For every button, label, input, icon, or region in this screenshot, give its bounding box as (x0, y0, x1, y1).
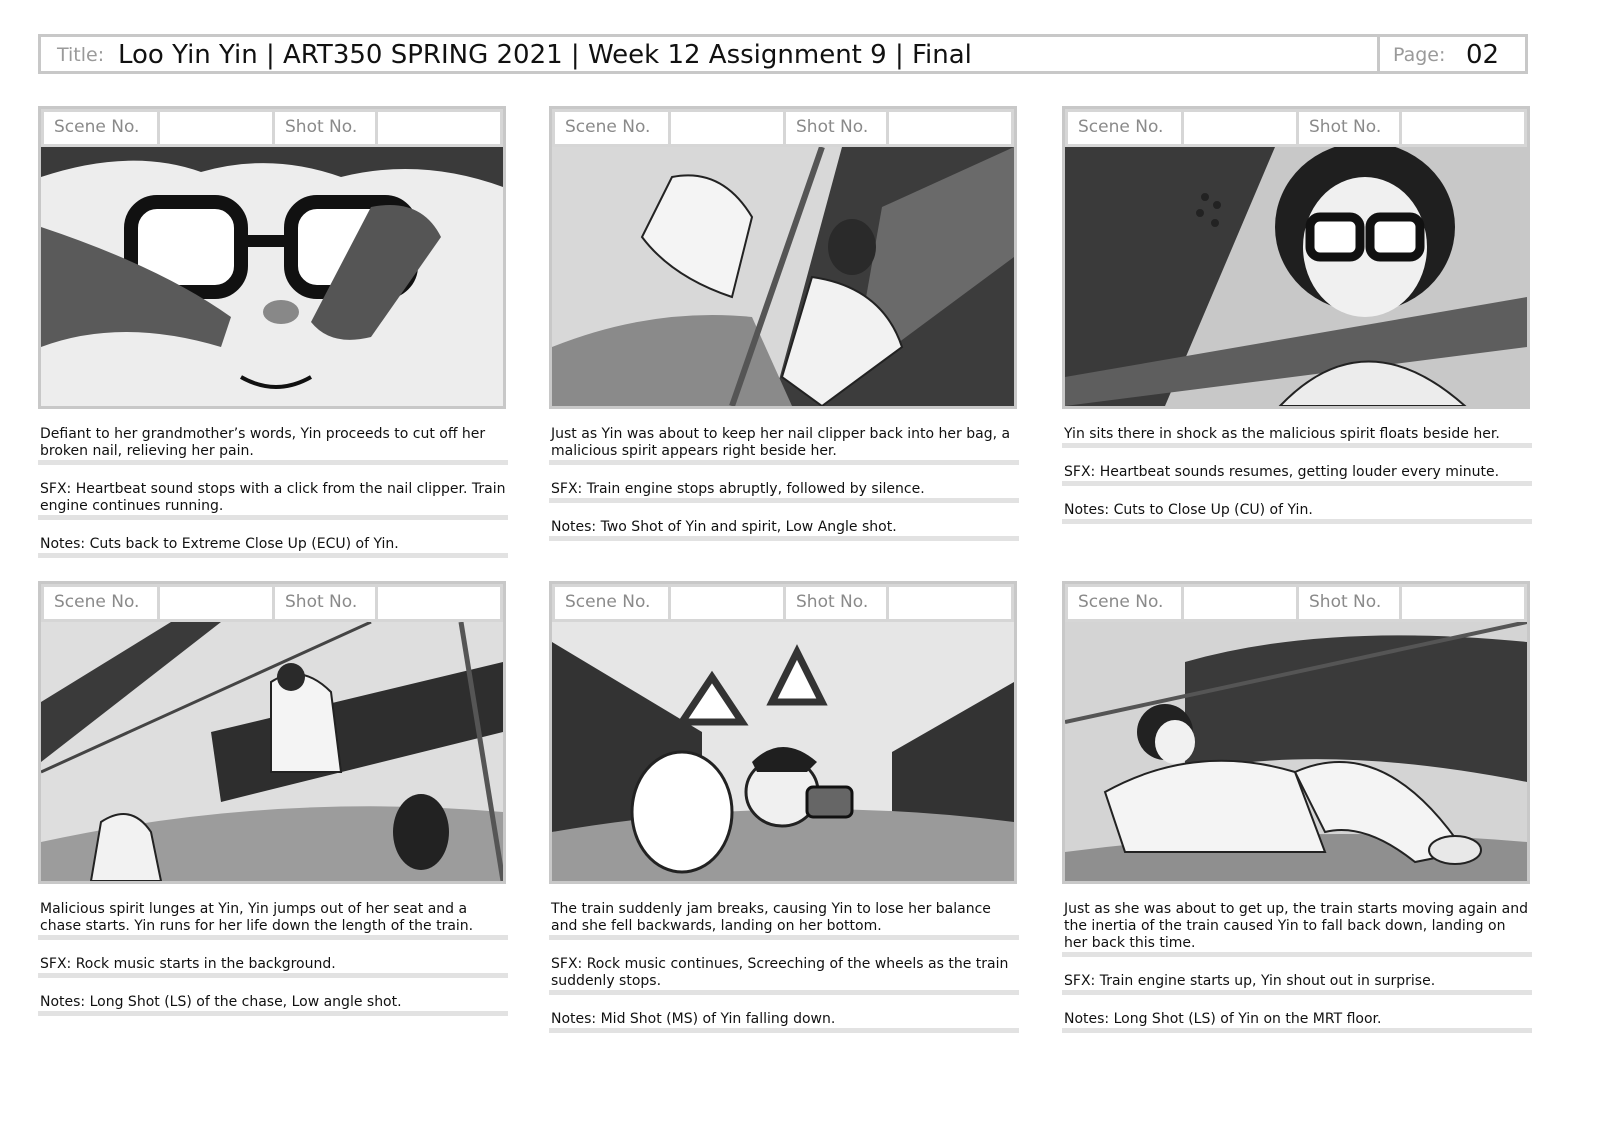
scene-number-field (671, 587, 783, 619)
panel-notes: Yin sits there in shock as the malicious… (1062, 422, 1532, 536)
panel-frame: Scene No. Shot No. (1062, 106, 1530, 409)
scene-number-label: Scene No. (1068, 587, 1181, 619)
action-description: Yin sits there in shock as the malicious… (1062, 422, 1532, 448)
panel-illustration (552, 622, 1014, 881)
scene-shot-bar: Scene No. Shot No. (41, 584, 503, 622)
camera-note: Notes: Long Shot (LS) of Yin on the MRT … (1062, 1007, 1532, 1033)
scene-number-field (160, 112, 272, 144)
panel-frame: Scene No. Shot No. (38, 106, 506, 409)
shot-number-field (889, 587, 1011, 619)
storyboard-panel-5: Scene No. Shot No. The train suddenly ja… (549, 581, 1019, 1033)
scene-number-label: Scene No. (555, 112, 668, 144)
scene-number-field (160, 587, 272, 619)
scene-number-field (1184, 587, 1296, 619)
shot-number-field (378, 587, 500, 619)
action-description: Malicious spirit lunges at Yin, Yin jump… (38, 897, 508, 940)
panel-notes: Just as she was about to get up, the tra… (1062, 897, 1532, 1045)
storyboard-panel-6: Scene No. Shot No. Just as she was about… (1062, 581, 1532, 1033)
panel-illustration (41, 622, 503, 881)
camera-note: Notes: Mid Shot (MS) of Yin falling down… (549, 1007, 1019, 1033)
shot-number-field (889, 112, 1011, 144)
shot-number-label: Shot No. (786, 587, 886, 619)
scene-number-label: Scene No. (44, 112, 157, 144)
shot-number-label: Shot No. (1299, 587, 1399, 619)
panel-notes: The train suddenly jam breaks, causing Y… (549, 897, 1019, 1045)
scene-shot-bar: Scene No. Shot No. (1065, 109, 1527, 147)
panel-notes: Just as Yin was about to keep her nail c… (549, 422, 1019, 553)
sfx-note: SFX: Heartbeat sounds resumes, getting l… (1062, 460, 1532, 486)
camera-note: Notes: Cuts back to Extreme Close Up (EC… (38, 532, 508, 558)
scene-shot-bar: Scene No. Shot No. (41, 109, 503, 147)
title-divider (1377, 37, 1380, 71)
sfx-note: SFX: Heartbeat sound stops with a click … (38, 477, 508, 520)
panel-illustration (1065, 147, 1527, 406)
panel-notes: Malicious spirit lunges at Yin, Yin jump… (38, 897, 508, 1028)
scene-number-label: Scene No. (1068, 112, 1181, 144)
panel-frame: Scene No. Shot No. (549, 106, 1017, 409)
shot-number-label: Shot No. (275, 112, 375, 144)
action-description: Just as she was about to get up, the tra… (1062, 897, 1532, 957)
storyboard-panel-2: Scene No. Shot No. Just as Yin was about… (549, 106, 1019, 541)
sfx-note: SFX: Rock music continues, Screeching of… (549, 952, 1019, 995)
panel-frame: Scene No. Shot No. (1062, 581, 1530, 884)
scene-number-field (671, 112, 783, 144)
scene-shot-bar: Scene No. Shot No. (552, 109, 1014, 147)
scene-shot-bar: Scene No. Shot No. (1065, 584, 1527, 622)
action-description: The train suddenly jam breaks, causing Y… (549, 897, 1019, 940)
page-number: 02 (1466, 40, 1500, 70)
action-description: Just as Yin was about to keep her nail c… (549, 422, 1019, 465)
scene-number-field (1184, 112, 1296, 144)
scene-number-label: Scene No. (555, 587, 668, 619)
shot-number-label: Shot No. (786, 112, 886, 144)
sfx-note: SFX: Train engine starts up, Yin shout o… (1062, 969, 1532, 995)
shot-number-label: Shot No. (275, 587, 375, 619)
shot-number-field (1402, 112, 1524, 144)
sfx-note: SFX: Train engine stops abruptly, follow… (549, 477, 1019, 503)
action-description: Defiant to her grandmother’s words, Yin … (38, 422, 508, 465)
scene-shot-bar: Scene No. Shot No. (552, 584, 1014, 622)
storyboard-panel-3: Scene No. Shot No. Yin sits there in sho… (1062, 106, 1532, 524)
title-bar: Title: Loo Yin Yin | ART350 SPRING 2021 … (38, 34, 1528, 74)
shot-number-field (378, 112, 500, 144)
panel-illustration (41, 147, 503, 406)
panel-illustration (552, 147, 1014, 406)
scene-number-label: Scene No. (44, 587, 157, 619)
title-label: Title: (57, 44, 105, 66)
camera-note: Notes: Long Shot (LS) of the chase, Low … (38, 990, 508, 1016)
storyboard-panel-4: Scene No. Shot No. Malicious spirit lung… (38, 581, 508, 1016)
page-label: Page: (1393, 44, 1446, 66)
panel-frame: Scene No. Shot No. (549, 581, 1017, 884)
camera-note: Notes: Cuts to Close Up (CU) of Yin. (1062, 498, 1532, 524)
panel-illustration (1065, 622, 1527, 881)
panel-frame: Scene No. Shot No. (38, 581, 506, 884)
shot-number-label: Shot No. (1299, 112, 1399, 144)
storyboard-panel-1: Scene No. Shot No. Defiant to her grandm… (38, 106, 508, 558)
camera-note: Notes: Two Shot of Yin and spirit, Low A… (549, 515, 1019, 541)
sfx-note: SFX: Rock music starts in the background… (38, 952, 508, 978)
panel-notes: Defiant to her grandmother’s words, Yin … (38, 422, 508, 570)
page-title: Loo Yin Yin | ART350 SPRING 2021 | Week … (118, 40, 972, 70)
shot-number-field (1402, 587, 1524, 619)
